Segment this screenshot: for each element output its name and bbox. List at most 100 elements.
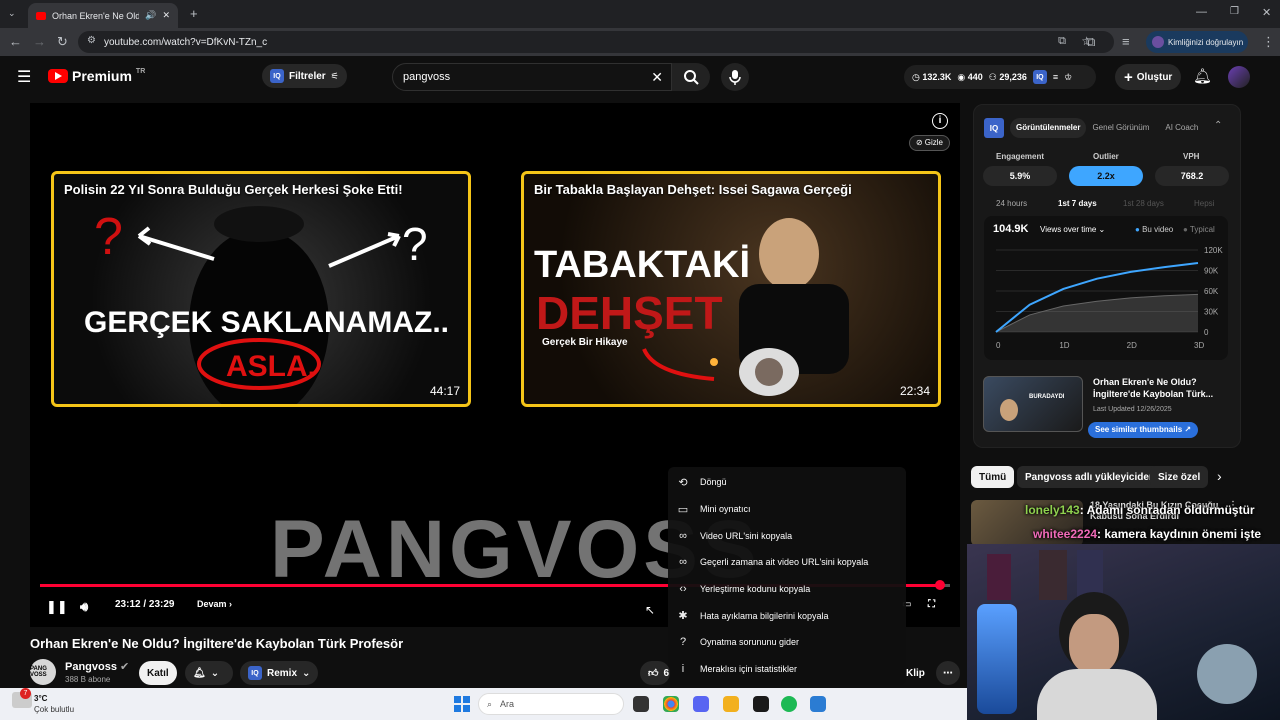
- windows-start-icon[interactable]: [454, 696, 470, 712]
- channel-avatar[interactable]: PANG VOSS: [30, 659, 56, 685]
- extensions-icon[interactable]: ⧉: [1086, 35, 1095, 48]
- youtube-premium-logo[interactable]: Premium TR: [48, 68, 145, 84]
- discord-icon[interactable]: [693, 696, 709, 712]
- outlier-metric[interactable]: 2.2x: [1069, 166, 1143, 186]
- end-card-video[interactable]: Polisin 22 Yıl Sonra Bulduğu Gerçek Herk…: [51, 171, 471, 407]
- pause-icon[interactable]: ❚❚: [46, 599, 68, 615]
- voice-search-button[interactable]: [721, 63, 749, 91]
- chip-all[interactable]: Tümü: [971, 466, 1015, 488]
- notifications-bell-icon[interactable]: 🔔︎: [1193, 67, 1212, 85]
- channel-name[interactable]: Pangvoss ✔: [65, 660, 129, 673]
- thumb-text: BURADAYDI: [1029, 394, 1065, 400]
- tab-overview[interactable]: Genel Görünüm: [1086, 118, 1155, 138]
- see-similar-button[interactable]: See similar thumbnails ↗: [1088, 422, 1199, 438]
- hamburger-menu-icon[interactable]: ☰: [17, 67, 31, 87]
- trophy-icon[interactable]: ♔: [1064, 72, 1072, 83]
- views-dropdown[interactable]: Views over time ⌄: [1040, 225, 1105, 234]
- reload-icon[interactable]: ↻: [57, 35, 68, 48]
- back-icon[interactable]: ←: [9, 35, 22, 48]
- iq-badge-icon[interactable]: IQ: [1032, 70, 1047, 84]
- clear-search-icon[interactable]: ✕: [651, 69, 663, 86]
- weather-desc[interactable]: Çok bulutlu: [34, 705, 74, 714]
- create-button[interactable]: + Oluştur: [1115, 64, 1181, 90]
- search-button[interactable]: [672, 63, 710, 91]
- weather-temp[interactable]: 3°C: [34, 694, 47, 703]
- scrubber-knob[interactable]: [935, 580, 945, 590]
- verified-icon: ✔: [120, 661, 130, 673]
- context-menu-item[interactable]: ‹› Yerleştirme kodunu kopyala: [668, 576, 906, 603]
- search-input[interactable]: pangvoss ✕: [392, 63, 672, 91]
- chat-user: lonely143: [1025, 503, 1080, 517]
- more-actions-button[interactable]: ⋯: [936, 661, 960, 685]
- file-explorer-icon[interactable]: [723, 696, 739, 712]
- list-icon[interactable]: ≡: [1053, 72, 1058, 82]
- context-menu-item[interactable]: ▭ Mini oynatıcı: [668, 496, 906, 523]
- task-view-icon[interactable]: [633, 696, 649, 712]
- views-dropdown-label: Views over time: [1040, 225, 1097, 234]
- new-tab-icon[interactable]: +: [190, 6, 198, 21]
- weather-badge: 7: [20, 688, 31, 699]
- forward-icon[interactable]: →: [33, 35, 46, 48]
- range-28d[interactable]: 1st 28 days: [1123, 199, 1164, 208]
- tab-search-list-icon[interactable]: ≡: [1122, 35, 1130, 48]
- minimize-icon[interactable]: —: [1196, 6, 1207, 18]
- subscribed-bell-button[interactable]: 🔔︎ ⌄: [185, 661, 233, 685]
- similar-video-title[interactable]: Orhan Ekren'e Ne Oldu? İngiltere'de Kayb…: [1093, 376, 1228, 400]
- volume-icon[interactable]: 🔊︎: [80, 599, 88, 615]
- context-menu-item[interactable]: ✱ Hata ayıklama bilgilerini kopyala: [668, 602, 906, 629]
- clip-button[interactable]: Klip: [898, 661, 933, 685]
- context-menu-item[interactable]: ⟲ Döngü: [668, 469, 906, 496]
- collapse-chevron-icon[interactable]: ⌃: [1214, 120, 1222, 131]
- account-avatar[interactable]: [1228, 66, 1250, 88]
- range-7d[interactable]: 1st 7 days: [1058, 199, 1097, 208]
- channel-stats-bar[interactable]: ◷ 132.3K ◉ 440 ⚇ 29,236 IQ ≡ ♔: [904, 65, 1096, 89]
- tab-close-icon[interactable]: ✕: [162, 10, 170, 21]
- end-card-video[interactable]: Bir Tabakla Başlayan Dehşet: Issei Sagaw…: [521, 171, 941, 407]
- subscriber-count: 388 B abone: [65, 675, 111, 684]
- range-all[interactable]: Hepsi: [1194, 199, 1214, 208]
- tab-ai-coach[interactable]: AI Coach: [1155, 118, 1208, 138]
- restore-icon[interactable]: ❐: [1230, 6, 1239, 17]
- spotify-icon[interactable]: [781, 696, 797, 712]
- filters-button[interactable]: IQ Filtreler ⚟: [262, 64, 347, 88]
- close-window-icon[interactable]: ✕: [1262, 6, 1271, 19]
- chips-next-icon[interactable]: ›: [1217, 468, 1222, 484]
- join-button[interactable]: Katıl: [139, 661, 177, 685]
- obs-icon[interactable]: [753, 696, 769, 712]
- photos-icon[interactable]: [810, 696, 826, 712]
- chip-for-you[interactable]: Size özel: [1150, 466, 1209, 488]
- hide-label: Gizle: [924, 138, 943, 147]
- like-button[interactable]: 👍︎ 6: [640, 661, 670, 685]
- range-24h[interactable]: 24 hours: [996, 199, 1027, 208]
- continue-chapter-button[interactable]: Devam ›: [197, 599, 232, 609]
- remix-button[interactable]: IQ Remix ⌄: [240, 661, 319, 685]
- install-app-icon[interactable]: ⧉: [1058, 35, 1066, 48]
- hide-endscreen-button[interactable]: ⊘ Gizle: [908, 135, 950, 151]
- poster-image: [1039, 550, 1067, 600]
- identity-verify-button[interactable]: Kimliğinizi doğrulayın: [1146, 31, 1248, 53]
- tab-views[interactable]: Görüntülenmeler: [1010, 118, 1087, 138]
- chip-from-uploader[interactable]: Pangvoss adlı yükleyiciden: [1017, 466, 1164, 488]
- youtube-favicon-icon: [36, 11, 46, 20]
- engagement-metric[interactable]: 5.9%: [983, 166, 1057, 186]
- similar-thumbnail[interactable]: BURADAYDI: [983, 376, 1083, 432]
- context-menu-item[interactable]: ? Oynatma sorununu gider: [668, 629, 906, 656]
- info-icon[interactable]: i: [932, 113, 948, 129]
- address-bar[interactable]: ⚙ youtube.com/watch?v=DfKvN-TZn_c ⧉ ☆: [78, 31, 1114, 53]
- tab-search-icon[interactable]: ⌄: [8, 8, 16, 19]
- tab-title: Orhan Ekren'e Ne Oldu? İn...: [52, 10, 140, 21]
- tab-audio-icon[interactable]: 🔊: [145, 10, 156, 21]
- fullscreen-icon[interactable]: ⛶: [928, 599, 935, 610]
- context-menu-item[interactable]: ∞ Geçerli zamana ait video URL'sini kopya…: [668, 549, 906, 576]
- browser-tab[interactable]: Orhan Ekren'e Ne Oldu? İn... 🔊 ✕: [28, 3, 178, 28]
- browser-menu-icon[interactable]: ⋮: [1262, 35, 1275, 48]
- end-card-duration: 44:17: [429, 384, 460, 398]
- context-menu-item[interactable]: i Meraklısı için istatistikler: [668, 656, 906, 683]
- context-menu-item[interactable]: ∞ Video URL'sini kopyala: [668, 522, 906, 549]
- metric-label: Outlier: [1093, 152, 1119, 161]
- vph-metric[interactable]: 768.2: [1155, 166, 1229, 186]
- taskbar-search[interactable]: ⌕ Ara: [478, 693, 624, 715]
- context-menu-label: Video URL'sini kopyala: [700, 530, 793, 541]
- site-info-icon[interactable]: ⚙: [87, 35, 96, 46]
- chrome-icon[interactable]: [663, 696, 679, 712]
